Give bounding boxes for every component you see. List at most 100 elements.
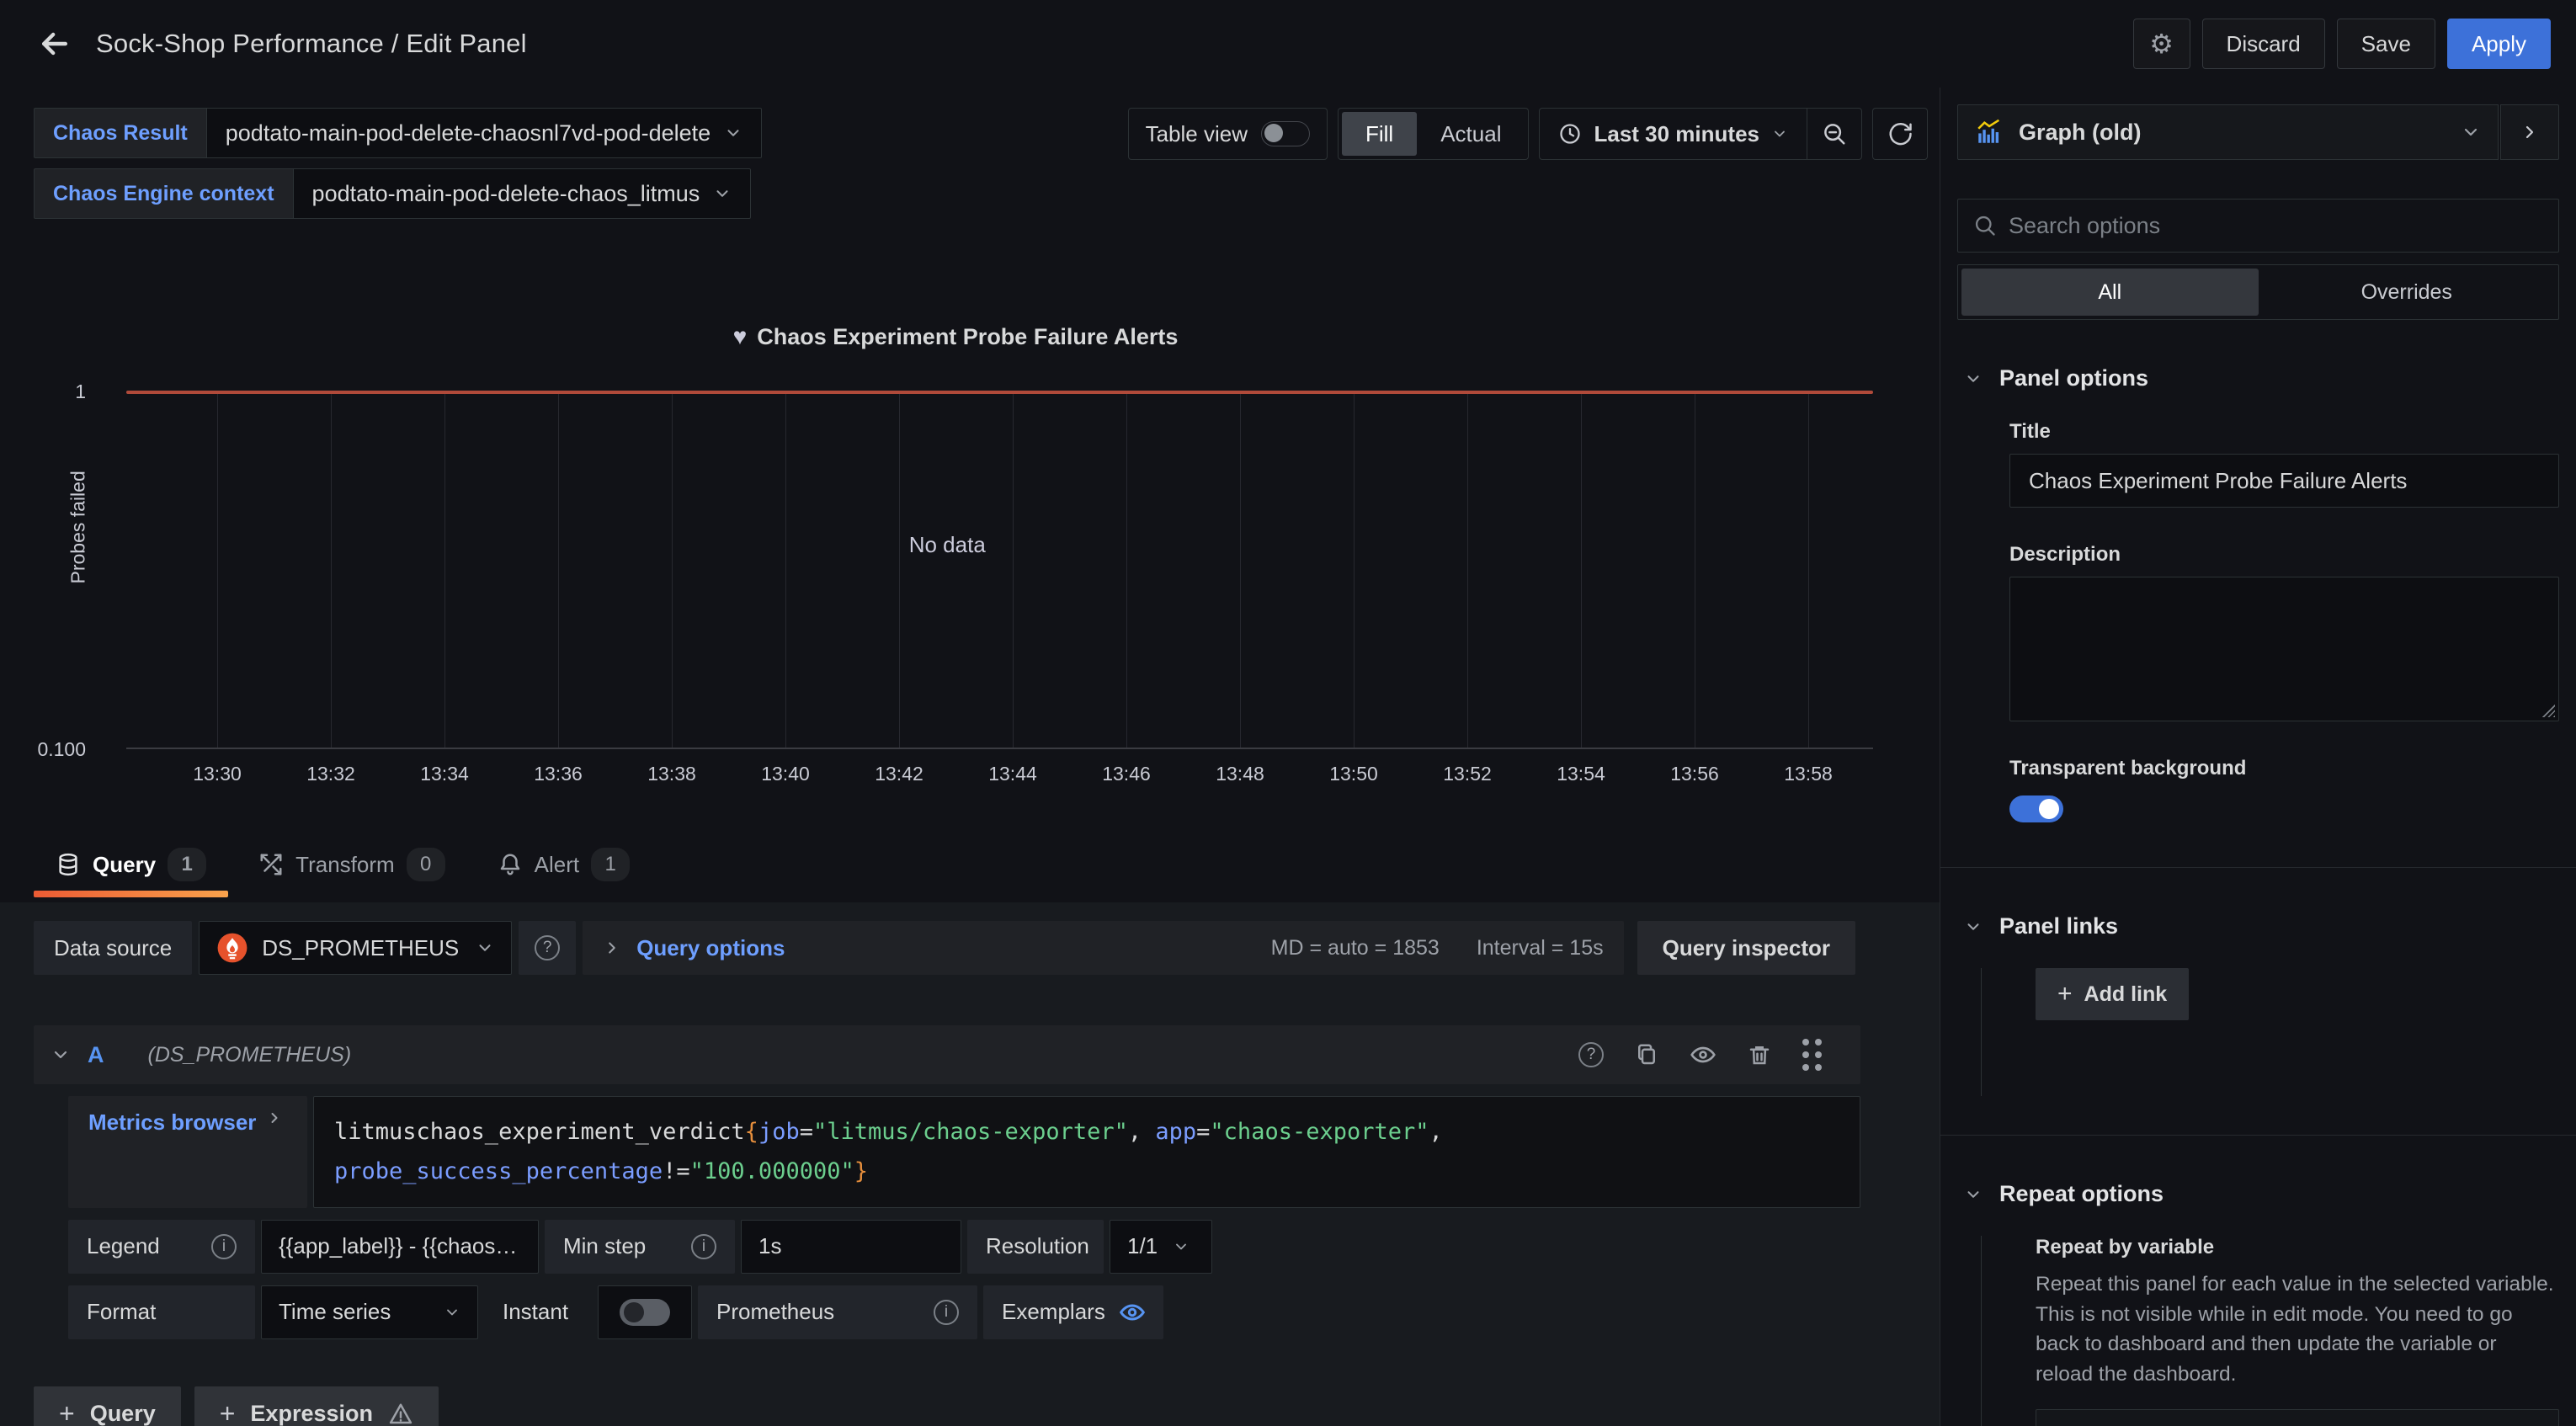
toggle-viz-picker-button[interactable] [2500, 104, 2559, 160]
resolution-select[interactable]: 1/1 [1110, 1220, 1212, 1274]
visualization-picker[interactable]: Graph (old) [1957, 104, 2499, 160]
transparent-background-toggle[interactable] [2009, 795, 2063, 822]
duplicate-icon[interactable] [1634, 1042, 1659, 1067]
query-ref-datasource: (DS_PROMETHEUS) [148, 1043, 352, 1067]
query-options-toggle[interactable]: Query options [636, 935, 785, 961]
exemplars-label: Exemplars [1002, 1299, 1105, 1325]
trash-icon[interactable] [1747, 1042, 1772, 1067]
add-query-button[interactable]: + Query [34, 1386, 181, 1426]
tab-all[interactable]: All [1961, 269, 2259, 316]
min-step-input[interactable] [741, 1220, 961, 1274]
no-data-text: No data [909, 532, 986, 558]
resolution-label-box: Resolution [967, 1220, 1104, 1274]
tab-transform[interactable]: Transform 0 [237, 837, 467, 892]
chevron-right-icon [2520, 122, 2540, 142]
x-axis-tick: 13:44 [988, 763, 1037, 785]
tab-label: Query [93, 852, 156, 878]
graph-viz-icon [1975, 118, 2004, 146]
table-view-toggle[interactable] [1261, 121, 1310, 146]
back-arrow-button[interactable] [25, 14, 84, 73]
visualization-name: Graph (old) [2019, 120, 2141, 146]
gear-icon: ⚙ [2149, 28, 2174, 60]
variable-value-dropdown[interactable]: podtato-main-pod-delete-chaosnl7vd-pod-d… [206, 108, 762, 158]
section-header[interactable]: Panel links [1957, 913, 2559, 939]
y-axis-tick-1: 1 [0, 380, 86, 403]
save-button[interactable]: Save [2337, 19, 2435, 69]
format-select[interactable]: Time series [261, 1285, 478, 1339]
promql-token: app [1155, 1119, 1196, 1145]
database-icon [56, 852, 81, 877]
query-inspector-button[interactable]: Query inspector [1637, 921, 1855, 975]
promql-token: , [1429, 1119, 1443, 1145]
section-header[interactable]: Panel options [1957, 365, 2559, 391]
section-header[interactable]: Repeat options [1957, 1181, 2559, 1207]
chevron-down-icon [444, 1304, 460, 1321]
tab-overrides[interactable]: Overrides [2259, 269, 2556, 316]
refresh-icon [1887, 121, 1913, 146]
drag-handle-icon[interactable] [1802, 1039, 1822, 1071]
promql-expression-input[interactable]: litmuschaos_experiment_verdict{job="litm… [313, 1096, 1860, 1208]
panel-title-input[interactable] [2009, 454, 2559, 508]
panel-settings-button[interactable]: ⚙ [2133, 19, 2190, 69]
gridline [899, 394, 900, 748]
min-step-label: Min step [563, 1233, 646, 1259]
zoom-out-button[interactable] [1807, 109, 1861, 159]
tab-count-badge: 1 [591, 848, 630, 881]
x-axis-tick: 13:58 [1784, 763, 1833, 785]
datasource-help-button[interactable]: ? [519, 921, 576, 975]
variable-value-dropdown[interactable]: podtato-main-pod-delete-chaos_litmus [293, 168, 752, 219]
query-row-header[interactable]: A (DS_PROMETHEUS) ? [34, 1025, 1860, 1084]
promql-line: litmuschaos_experiment_verdict{job="litm… [334, 1112, 1839, 1152]
editor-tabs: Query 1 Transform 0 Alert 1 [0, 837, 1940, 892]
instant-toggle[interactable] [620, 1299, 670, 1326]
panel-description-textarea[interactable] [2009, 577, 2559, 721]
plus-icon: + [2057, 980, 2073, 1008]
apply-button[interactable]: Apply [2447, 19, 2551, 69]
legend-label-box: Legend i [68, 1220, 255, 1274]
chevron-down-icon [1173, 1238, 1190, 1255]
datasource-name: DS_PROMETHEUS [262, 935, 459, 961]
promql-token: "litmus/chaos-exporter" [813, 1119, 1128, 1145]
fill-option[interactable]: Fill [1342, 112, 1417, 156]
time-range-picker[interactable]: Last 30 minutes [1540, 109, 1807, 159]
chevron-down-icon [1964, 918, 1983, 936]
datasource-picker[interactable]: DS_PROMETHEUS [199, 921, 512, 975]
legend-label: Legend [87, 1233, 160, 1259]
eye-icon[interactable] [1690, 1041, 1716, 1068]
exemplars-eye-icon[interactable] [1119, 1299, 1146, 1326]
interval-stat: Interval = 15s [1477, 936, 1604, 960]
gridline [1467, 394, 1468, 748]
chevron-down-icon [476, 939, 494, 957]
x-axis-tick: 13:56 [1670, 763, 1719, 785]
chevron-down-icon [2461, 122, 2481, 142]
resolution-label: Resolution [986, 1233, 1089, 1259]
add-link-button[interactable]: + Add link [2036, 968, 2189, 1020]
add-expression-button[interactable]: + Expression [194, 1386, 439, 1426]
tab-query[interactable]: Query 1 [34, 837, 228, 892]
resize-handle[interactable] [2541, 704, 2555, 717]
x-axis-labels: 13:3013:3213:3413:3613:3813:4013:4213:44… [126, 763, 1873, 791]
plot-area[interactable]: No data [126, 394, 1873, 749]
promql-token: "100.000000" [690, 1158, 854, 1184]
options-search-input[interactable] [2009, 213, 2543, 239]
tab-alert[interactable]: Alert 1 [476, 837, 652, 892]
promql-line: probe_success_percentage!="100.000000"} [334, 1152, 1839, 1191]
table-view-label: Table view [1146, 121, 1248, 147]
refresh-button[interactable] [1872, 108, 1928, 160]
metrics-browser-button[interactable]: Metrics browser [68, 1096, 307, 1208]
x-axis-tick: 13:42 [875, 763, 923, 785]
query-options-bar: Query options MD = auto = 1853 Interval … [583, 921, 1623, 975]
legend-input[interactable] [261, 1220, 539, 1274]
repeat-by-variable-label: Repeat by variable [2036, 1236, 2559, 1259]
query-actions-row: + Query + Expression [34, 1386, 1906, 1426]
repeat-variable-select[interactable]: Choose [2036, 1409, 2559, 1426]
add-link-label: Add link [2084, 982, 2168, 1007]
repeat-by-variable-description: Repeat this panel for each value in the … [2036, 1269, 2559, 1389]
discard-button[interactable]: Discard [2202, 19, 2325, 69]
variable-chaos-engine-context: Chaos Engine context podtato-main-pod-de… [34, 168, 1940, 219]
actual-option[interactable]: Actual [1417, 112, 1525, 156]
section-panel-links: Panel links + Add link [1957, 913, 2559, 1096]
gridline [331, 394, 332, 748]
help-icon[interactable]: ? [1578, 1042, 1604, 1067]
gridline [1808, 394, 1809, 748]
